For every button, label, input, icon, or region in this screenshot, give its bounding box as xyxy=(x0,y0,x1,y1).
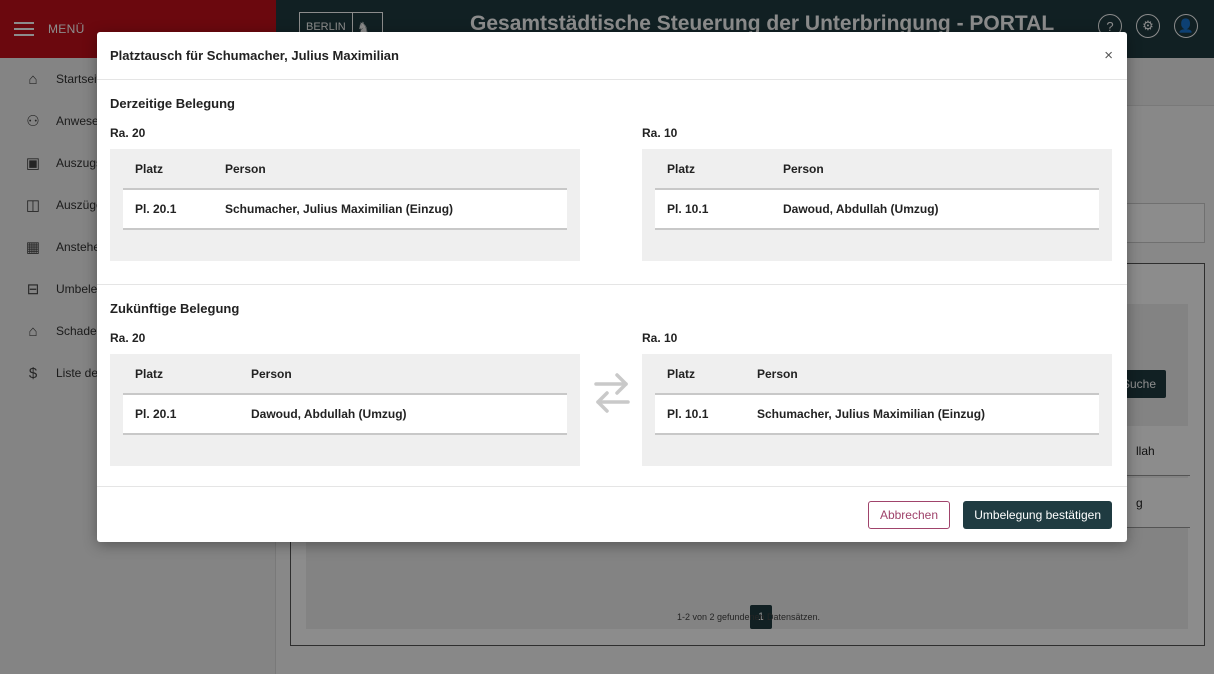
occupancy-table: Platz Person Pl. 20.1 Schumacher, Julius… xyxy=(123,149,567,230)
table-row: Pl. 20.1 Schumacher, Julius Maximilian (… xyxy=(123,189,567,230)
occupancy-table: Platz Person Pl. 10.1 Dawoud, Abdullah (… xyxy=(655,149,1099,230)
occupancy-table-card: Platz Person Pl. 10.1 Dawoud, Abdullah (… xyxy=(642,149,1112,261)
platz-cell: Pl. 10.1 xyxy=(655,189,771,230)
dialog-header: Platztausch für Schumacher, Julius Maxim… xyxy=(97,32,1127,80)
dialog-footer: Abbrechen Umbelegung bestätigen xyxy=(97,486,1127,542)
room-label: Ra. 10 xyxy=(642,126,678,140)
table-row: Pl. 20.1 Dawoud, Abdullah (Umzug) xyxy=(123,394,567,435)
swap-arrows-icon xyxy=(594,373,630,413)
cancel-button[interactable]: Abbrechen xyxy=(867,501,950,529)
person-cell: Dawoud, Abdullah (Umzug) xyxy=(239,394,567,435)
column-header-platz: Platz xyxy=(123,354,239,395)
table-row: Pl. 10.1 Dawoud, Abdullah (Umzug) xyxy=(655,189,1099,230)
column-header-person: Person xyxy=(213,149,567,190)
future-occupancy: Ra. 20 Platz Person Pl. 20.1 Dawoud, Abd… xyxy=(110,316,1114,474)
room-label: Ra. 20 xyxy=(110,331,146,345)
person-cell: Dawoud, Abdullah (Umzug) xyxy=(771,189,1099,230)
confirm-reassignment-button[interactable]: Umbelegung bestätigen xyxy=(963,501,1112,529)
room-label: Ra. 10 xyxy=(642,331,678,345)
dialog-title: Platztausch für Schumacher, Julius Maxim… xyxy=(110,48,399,63)
future-occupancy-title: Zukünftige Belegung xyxy=(110,301,240,316)
person-cell: Schumacher, Julius Maximilian (Einzug) xyxy=(213,189,567,230)
platz-cell: Pl. 20.1 xyxy=(123,189,213,230)
room-label: Ra. 20 xyxy=(110,126,146,140)
table-row: Pl. 10.1 Schumacher, Julius Maximilian (… xyxy=(655,394,1099,435)
column-header-platz: Platz xyxy=(123,149,213,190)
platz-cell: Pl. 10.1 xyxy=(655,394,745,435)
column-header-platz: Platz xyxy=(655,149,771,190)
column-header-platz: Platz xyxy=(655,354,745,395)
column-header-person: Person xyxy=(239,354,567,395)
current-occupancy: Ra. 20 Platz Person Pl. 20.1 Schumacher,… xyxy=(110,111,1114,269)
person-cell: Schumacher, Julius Maximilian (Einzug) xyxy=(745,394,1099,435)
section-divider xyxy=(97,284,1127,285)
column-header-person: Person xyxy=(771,149,1099,190)
close-icon[interactable]: × xyxy=(1104,47,1113,64)
occupancy-table: Platz Person Pl. 10.1 Schumacher, Julius… xyxy=(655,354,1099,435)
platztausch-dialog: Platztausch für Schumacher, Julius Maxim… xyxy=(97,32,1127,542)
occupancy-table-card: Platz Person Pl. 10.1 Schumacher, Julius… xyxy=(642,354,1112,466)
current-occupancy-title: Derzeitige Belegung xyxy=(110,96,235,111)
column-header-person: Person xyxy=(745,354,1099,395)
occupancy-table-card: Platz Person Pl. 20.1 Dawoud, Abdullah (… xyxy=(110,354,580,466)
occupancy-table-card: Platz Person Pl. 20.1 Schumacher, Julius… xyxy=(110,149,580,261)
platz-cell: Pl. 20.1 xyxy=(123,394,239,435)
occupancy-table: Platz Person Pl. 20.1 Dawoud, Abdullah (… xyxy=(123,354,567,435)
